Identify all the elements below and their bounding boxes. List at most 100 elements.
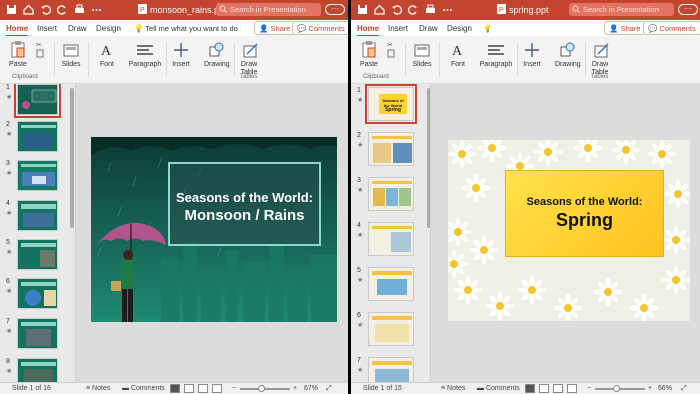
star-icon: ★ xyxy=(6,249,13,256)
zoom-level[interactable]: 67% xyxy=(304,385,318,392)
slide-thumbnail[interactable] xyxy=(368,312,414,346)
paste-button[interactable]: Paste xyxy=(357,40,381,68)
slide-thumbnail[interactable] xyxy=(368,222,414,256)
tab-design[interactable]: Design xyxy=(96,24,121,33)
slide-thumbnail[interactable] xyxy=(368,267,414,301)
tab-design[interactable]: Design xyxy=(447,24,472,33)
slide-sorter-button[interactable] xyxy=(539,384,549,393)
slide-thumbnail[interactable] xyxy=(368,132,414,166)
status-comments-button[interactable]: ▬ Comments xyxy=(477,385,520,392)
slide-thumbnails-pane[interactable]: 1 ★ Seasons of the World Spring 2 ★ 3 ★ 4 ★ xyxy=(351,84,431,382)
star-icon: ★ xyxy=(357,142,364,149)
notes-button[interactable]: ≡ Notes xyxy=(441,385,465,392)
options-button[interactable]: ··· xyxy=(678,4,698,15)
save-icon[interactable] xyxy=(6,4,17,15)
print-icon[interactable] xyxy=(74,4,85,15)
search-input[interactable]: Search in Presentation xyxy=(216,3,321,16)
slide-title-line2: Monsoon / Rains xyxy=(184,207,305,224)
search-input[interactable]: Search in Presentation xyxy=(569,3,674,16)
reading-view-button[interactable] xyxy=(198,384,208,393)
slide-sorter-button[interactable] xyxy=(184,384,194,393)
undo-icon[interactable] xyxy=(40,4,51,15)
thumbnail-scrollbar[interactable] xyxy=(70,88,74,228)
drawing-button[interactable]: Drawing xyxy=(555,40,581,68)
slide-thumbnail[interactable] xyxy=(14,84,61,118)
normal-view-button[interactable] xyxy=(170,384,180,393)
slide-thumbnail[interactable] xyxy=(17,318,58,349)
share-button[interactable]: 👤 Share xyxy=(254,21,296,35)
status-comments-button[interactable]: ▬ Comments xyxy=(122,385,165,392)
print-icon[interactable] xyxy=(425,4,436,15)
reading-view-button[interactable] xyxy=(553,384,563,393)
notes-button[interactable]: ≡ Notes xyxy=(86,385,110,392)
clipboard-tools[interactable]: ✂ xyxy=(34,40,48,61)
slide-canvas[interactable]: Seasons of the World: Monsoon / Rains xyxy=(91,137,337,322)
comments-button[interactable]: 💬 Comments xyxy=(292,21,348,35)
slide-title-line1: Seasons of the World: xyxy=(176,190,313,205)
draw-table-button[interactable]: Draw Table xyxy=(589,40,615,77)
insert-button[interactable]: Insert xyxy=(521,40,543,68)
fit-slide-icon[interactable]: ⤢ xyxy=(326,385,332,393)
zoom-slider-knob[interactable] xyxy=(258,385,265,392)
thumbnail-scrollbar[interactable] xyxy=(427,88,430,228)
slide-thumbnail[interactable] xyxy=(17,200,58,231)
tab-home[interactable]: Home xyxy=(6,24,29,37)
zoom-in-button[interactable]: + xyxy=(648,385,652,392)
slide-title-box[interactable]: Seasons of the World: Spring xyxy=(505,170,664,257)
slide-thumbnail[interactable]: Seasons of the World Spring xyxy=(365,84,417,124)
drawing-button[interactable]: Drawing xyxy=(204,40,230,68)
draw-table-button[interactable]: Draw Table xyxy=(238,40,264,77)
more-commands-icon[interactable] xyxy=(442,4,453,15)
home-icon[interactable] xyxy=(23,4,34,15)
redo-icon[interactable] xyxy=(408,4,419,15)
slide-thumbnail[interactable] xyxy=(368,357,414,382)
zoom-out-button[interactable]: − xyxy=(587,385,591,392)
tab-home[interactable]: Home xyxy=(357,24,380,37)
zoom-out-button[interactable]: − xyxy=(232,385,236,392)
share-button[interactable]: 👤 Share xyxy=(604,21,646,35)
slide-thumbnail[interactable] xyxy=(17,160,58,191)
slide-thumbnail[interactable] xyxy=(17,278,58,309)
slide-thumbnail[interactable] xyxy=(17,358,58,382)
options-button[interactable]: ··· xyxy=(325,4,345,15)
home-icon[interactable] xyxy=(374,4,385,15)
lightbulb-icon[interactable]: 💡 xyxy=(483,24,492,33)
fit-slide-icon[interactable]: ⤢ xyxy=(681,385,687,393)
ribbon-tabs: Home Insert Draw Design 💡 Tell me what y… xyxy=(0,20,348,37)
paste-button[interactable]: Paste xyxy=(6,40,30,68)
more-commands-icon[interactable] xyxy=(91,4,102,15)
redo-icon[interactable] xyxy=(57,4,68,15)
slides-button[interactable]: Slides xyxy=(411,40,433,68)
star-icon: ★ xyxy=(6,131,13,138)
save-icon[interactable] xyxy=(357,4,368,15)
insert-button[interactable]: Insert xyxy=(170,40,192,68)
zoom-slider-knob[interactable] xyxy=(613,385,620,392)
slides-button[interactable]: Slides xyxy=(60,40,82,68)
zoom-slider[interactable] xyxy=(240,388,290,390)
comment-icon: ▬ xyxy=(477,385,484,392)
zoom-in-button[interactable]: + xyxy=(293,385,297,392)
font-button[interactable]: A Font xyxy=(447,40,469,68)
slide-title-box[interactable]: Seasons of the World: Monsoon / Rains xyxy=(168,162,321,246)
undo-icon[interactable] xyxy=(391,4,402,15)
tab-insert[interactable]: Insert xyxy=(388,24,408,33)
zoom-slider[interactable] xyxy=(595,388,645,390)
slideshow-button[interactable] xyxy=(212,384,222,393)
tab-draw[interactable]: Draw xyxy=(68,24,87,33)
normal-view-button[interactable] xyxy=(525,384,535,393)
slide-thumbnail[interactable] xyxy=(17,239,58,270)
slide-thumbnail[interactable] xyxy=(17,121,58,152)
tell-me-box[interactable]: 💡 Tell me what you want to do xyxy=(134,24,238,33)
paragraph-button[interactable]: Paragraph xyxy=(128,40,162,68)
paragraph-button[interactable]: Paragraph xyxy=(479,40,513,68)
tab-insert[interactable]: Insert xyxy=(37,24,57,33)
comments-button[interactable]: 💬 Comments xyxy=(643,21,700,35)
tab-draw[interactable]: Draw xyxy=(419,24,438,33)
zoom-level[interactable]: 66% xyxy=(658,385,672,392)
slide-canvas[interactable]: Seasons of the World: Spring xyxy=(448,140,690,321)
font-button[interactable]: A Font xyxy=(96,40,118,68)
slide-thumbnails-pane[interactable]: 1 ★ 2 ★ 3 ★ 4 ★ 5 ★ 6 ★ 7 ★ 8 ★ xyxy=(0,84,76,382)
slideshow-button[interactable] xyxy=(567,384,577,393)
slide-thumbnail[interactable] xyxy=(368,177,414,211)
clipboard-tools[interactable]: ✂ xyxy=(385,40,399,61)
